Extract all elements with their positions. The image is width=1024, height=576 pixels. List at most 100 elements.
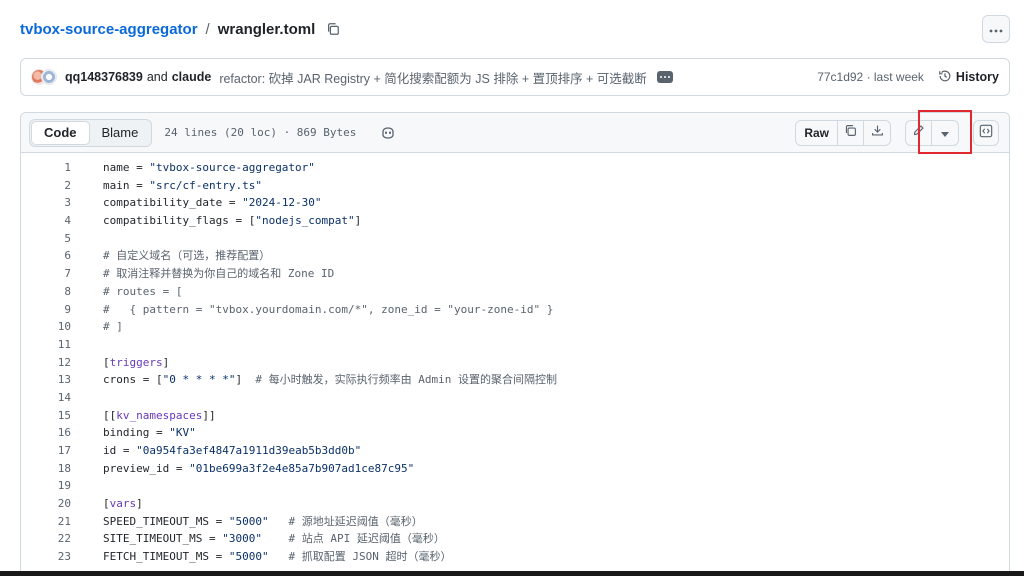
line-number[interactable]: 20 (21, 495, 71, 513)
code-line: 17 id = "0a954fa3ef4847a1911d39eab5b3dd0b… (21, 442, 1009, 460)
code-token: compatibility_flags = [ (103, 214, 256, 228)
line-content: id = "0a954fa3ef4847a1911d39eab5b3dd0b" (71, 442, 361, 460)
code-line: 1 name = "tvbox-source-aggregator" (21, 159, 1009, 177)
line-number[interactable]: 12 (21, 354, 71, 372)
expand-commit-button[interactable] (656, 71, 673, 83)
raw-button[interactable]: Raw (796, 121, 838, 145)
line-number[interactable]: 23 (21, 548, 71, 566)
line-number[interactable]: 7 (21, 265, 71, 283)
code-square-icon (979, 124, 993, 143)
code-line: 11 (21, 336, 1009, 354)
history-label: History (955, 70, 999, 84)
code-line: 7 # 取消注释并替换为你自己的域名和 Zone ID (21, 265, 1009, 283)
code-token: name = (103, 161, 150, 174)
download-icon (871, 124, 884, 142)
line-number[interactable]: 4 (21, 212, 71, 230)
line-number[interactable]: 18 (21, 460, 71, 478)
code-token: ] (162, 355, 170, 369)
raw-actions-group: Raw (795, 120, 891, 146)
code-line: 13 crons = ["0 * * * *"] # 每小时触发，实际执行频率由 … (21, 371, 1009, 389)
line-content: name = "tvbox-source-aggregator" (71, 159, 315, 177)
avatar (31, 68, 59, 86)
line-content: # 自定义域名（可选，推荐配置） (71, 247, 270, 265)
code-token: "01be699a3f2e4e85a7b907ad1ce87c95" (189, 461, 415, 475)
code-token: SPEED_TIMEOUT_MS = (103, 514, 229, 528)
line-number[interactable]: 14 (21, 389, 71, 407)
line-number[interactable]: 3 (21, 194, 71, 212)
edit-actions-group (905, 120, 959, 146)
line-content: SPEED_TIMEOUT_MS = "5000" # 源地址延迟阈值（毫秒） (71, 513, 423, 531)
avatar-claude[interactable] (41, 69, 57, 85)
line-number[interactable]: 21 (21, 513, 71, 531)
code-token: crons = [ (103, 373, 163, 387)
edit-file-button[interactable] (906, 121, 932, 145)
line-number[interactable]: 9 (21, 301, 71, 319)
view-toggle: Code Blame (29, 118, 153, 147)
code-line: 21 SPEED_TIMEOUT_MS = "5000" # 源地址延迟阈值（毫秒… (21, 513, 1009, 531)
line-number[interactable]: 6 (21, 247, 71, 265)
line-number[interactable]: 10 (21, 318, 71, 336)
file-header: Code Blame 24 lines (20 loc) · 869 Bytes… (21, 113, 1009, 153)
code-token: "KV" (169, 426, 196, 440)
commit-and: and (146, 70, 168, 84)
code-token: "nodejs_compat" (255, 214, 355, 228)
line-number[interactable]: 22 (21, 530, 71, 548)
line-number[interactable]: 15 (21, 407, 71, 425)
code-line: 22 SITE_TIMEOUT_MS = "3000" # 站点 API 延迟阈值… (21, 530, 1009, 548)
code-token: [[ (103, 408, 117, 422)
code-view: 1 name = "tvbox-source-aggregator" 2 main =… (21, 153, 1009, 566)
line-content: FETCH_TIMEOUT_MS = "5000" # 抓取配置 JSON 超时… (71, 548, 451, 566)
commit-author-2[interactable]: claude (172, 70, 212, 84)
line-content: # { pattern = "tvbox.yourdomain.com/*", … (71, 301, 553, 319)
copy-raw-button[interactable] (838, 121, 864, 145)
repo-link[interactable]: tvbox-source-aggregator (20, 21, 198, 38)
code-line: 12 [triggers] (21, 354, 1009, 372)
breadcrumb-separator: / (205, 20, 210, 38)
more-options-button[interactable] (982, 15, 1010, 43)
download-raw-button[interactable] (864, 121, 890, 145)
line-number[interactable]: 5 (21, 230, 71, 248)
code-token: "5000" (228, 550, 269, 564)
code-token: # 取消注释并替换为你自己的域名和 Zone ID (103, 267, 335, 281)
code-token: binding = (103, 426, 170, 440)
code-token: kv_namespaces (116, 408, 203, 422)
line-number[interactable]: 17 (21, 442, 71, 460)
commit-hash-time[interactable]: 77c1d92 · last week (817, 70, 924, 84)
line-number[interactable]: 1 (21, 159, 71, 177)
code-token: vars (109, 497, 137, 511)
copilot-icon[interactable] (380, 125, 396, 141)
breadcrumb: tvbox-source-aggregator / wrangler.toml (20, 18, 341, 40)
line-content: # 取消注释并替换为你自己的域名和 Zone ID (71, 265, 334, 283)
code-token: # { pattern = "tvbox.yourdomain.com/*", … (103, 302, 554, 316)
code-line: 14 (21, 389, 1009, 407)
tab-blame[interactable]: Blame (90, 121, 151, 145)
line-number[interactable]: 11 (21, 336, 71, 354)
code-token: ] (235, 373, 256, 387)
edit-options-dropdown[interactable] (932, 121, 958, 145)
code-token: "0 * * * *" (162, 373, 236, 387)
code-token: FETCH_TIMEOUT_MS = (103, 550, 229, 564)
line-number[interactable]: 2 (21, 177, 71, 195)
code-token: ] (136, 497, 143, 511)
code-token: ]] (202, 408, 216, 422)
code-token: "5000" (228, 514, 269, 528)
history-button[interactable]: History (938, 69, 999, 86)
line-number[interactable]: 19 (21, 477, 71, 495)
line-content: crons = ["0 * * * *"] # 每小时触发，实际执行频率由 Ad… (71, 371, 557, 389)
commit-author-1[interactable]: qq148376839 (65, 70, 143, 84)
copy-icon (844, 124, 857, 142)
window-edge (0, 571, 1024, 576)
code-token: # routes = [ (103, 284, 183, 298)
triangle-down-icon (941, 124, 949, 142)
commit-message[interactable]: refactor: 砍掉 JAR Registry + 简化搜索配额为 JS 排… (219, 68, 647, 87)
pencil-icon (912, 124, 925, 142)
line-number[interactable]: 13 (21, 371, 71, 389)
code-line: 9 # { pattern = "tvbox.yourdomain.com/*",… (21, 301, 1009, 319)
tab-code[interactable]: Code (31, 120, 90, 145)
code-line: 4 compatibility_flags = ["nodejs_compat"] (21, 212, 1009, 230)
copy-icon[interactable] (325, 21, 341, 37)
symbols-panel-button[interactable] (973, 120, 999, 146)
line-number[interactable]: 8 (21, 283, 71, 301)
line-number[interactable]: 16 (21, 424, 71, 442)
